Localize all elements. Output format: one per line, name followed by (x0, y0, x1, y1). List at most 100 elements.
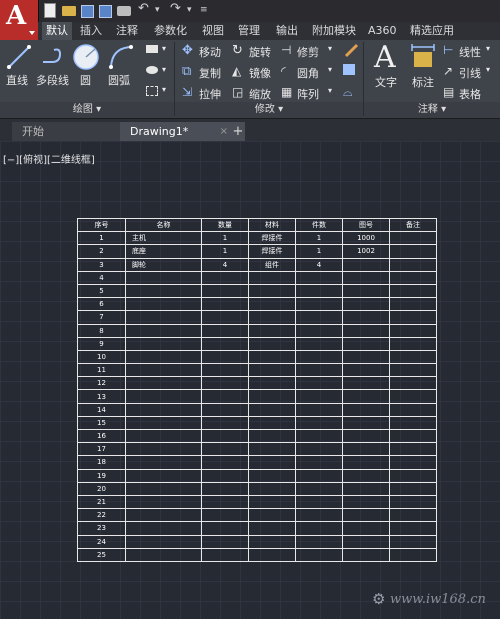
table-cell[interactable] (342, 521, 390, 536)
table-cell[interactable] (201, 402, 249, 417)
bom-table[interactable]: 序号 名称 数量 材料 件数 图号 备注 1 主机 1 焊接件 1 1000 2 底座 1 焊接件 1 1002 3… (77, 217, 437, 562)
scale-tool-label[interactable]: 缩放 (249, 86, 271, 102)
table-cell[interactable] (295, 323, 343, 338)
table-header-cell[interactable]: 图号 (342, 217, 390, 233)
table-cell[interactable] (201, 349, 249, 365)
customize-quick-access-icon[interactable]: ≡ (200, 5, 208, 19)
table-cell[interactable] (342, 442, 390, 457)
table-cell[interactable] (125, 521, 202, 536)
table-cell[interactable]: 1 (295, 231, 343, 246)
table-cell[interactable] (248, 297, 296, 312)
table-cell[interactable] (342, 376, 390, 391)
table-cell[interactable] (248, 336, 296, 351)
table-cell[interactable] (389, 363, 437, 378)
table-cell[interactable] (248, 363, 296, 378)
table-header-cell[interactable]: 件数 (295, 217, 343, 233)
polyline-icon[interactable] (40, 44, 66, 70)
table-row[interactable]: 5 (77, 283, 437, 299)
table-cell[interactable] (389, 534, 437, 549)
table-cell[interactable]: 1 (201, 244, 249, 259)
redo-icon[interactable]: ↷ (170, 1, 181, 16)
table-cell[interactable] (295, 336, 343, 351)
table-cell[interactable]: 1 (77, 231, 126, 246)
annotation-panel-title[interactable]: 注释 ▾ (364, 102, 500, 118)
table-cell[interactable]: 3 (77, 257, 126, 272)
table-cell[interactable] (389, 481, 437, 496)
table-cell[interactable] (342, 428, 390, 444)
table-cell[interactable] (342, 297, 390, 312)
table-cell[interactable] (389, 442, 437, 457)
application-menu-button[interactable]: A (0, 0, 39, 40)
table-cell[interactable] (125, 455, 202, 470)
table-cell[interactable]: 23 (77, 521, 126, 536)
table-cell[interactable] (248, 508, 296, 523)
tab-drawing1[interactable]: Drawing1* × (120, 122, 236, 141)
table-row[interactable]: 20 (77, 481, 437, 496)
dimension-tool-label[interactable]: 标注 (412, 74, 434, 90)
table-cell[interactable] (295, 455, 343, 470)
table-cell[interactable] (389, 244, 437, 259)
table-cell[interactable] (342, 415, 390, 431)
table-header-cell[interactable]: 名称 (125, 217, 202, 233)
table-cell[interactable]: 5 (77, 283, 126, 299)
table-cell[interactable] (201, 297, 249, 312)
table-cell[interactable] (389, 349, 437, 365)
tab-start[interactable]: 开始 (12, 122, 126, 141)
copy-icon[interactable]: ⧉ (182, 64, 191, 79)
rectangle-icon[interactable] (146, 45, 158, 53)
table-cell[interactable] (295, 534, 343, 549)
table-cell[interactable] (342, 363, 390, 378)
table-cell[interactable] (295, 508, 343, 523)
table-cell[interactable] (201, 270, 249, 285)
table-cell[interactable] (125, 468, 202, 483)
table-cell[interactable]: 16 (77, 428, 126, 444)
linear-tool-label[interactable]: 线性 (459, 44, 481, 60)
table-cell[interactable] (125, 415, 202, 431)
table-cell[interactable] (125, 389, 202, 404)
offset-icon[interactable]: ⌓ (343, 85, 353, 100)
table-cell[interactable]: 焊接件 (248, 244, 296, 259)
table-cell[interactable] (125, 481, 202, 496)
table-row[interactable]: 11 (77, 363, 437, 378)
table-cell[interactable] (201, 534, 249, 549)
chevron-down-icon[interactable]: ▾ (486, 44, 490, 53)
table-icon[interactable]: ▤ (443, 85, 454, 99)
table-row[interactable]: 23 (77, 521, 437, 536)
print-icon[interactable] (117, 6, 131, 16)
table-cell[interactable] (389, 547, 437, 562)
table-cell[interactable]: 1 (295, 244, 343, 259)
chevron-down-icon[interactable]: ▾ (162, 85, 166, 94)
stretch-tool-label[interactable]: 拉伸 (199, 86, 221, 102)
table-row[interactable]: 4 (77, 270, 437, 285)
table-row[interactable]: 22 (77, 508, 437, 523)
table-cell[interactable] (295, 481, 343, 496)
table-cell[interactable] (248, 455, 296, 470)
undo-icon[interactable]: ↶ (138, 1, 149, 16)
draw-panel-title[interactable]: 绘图 ▾ (0, 102, 174, 118)
mirror-icon[interactable]: ◭ (232, 64, 241, 78)
table-cell[interactable] (125, 323, 202, 338)
chevron-down-icon[interactable]: ▾ (162, 65, 166, 74)
table-cell[interactable]: 1000 (342, 231, 390, 246)
table-row[interactable]: 1 主机 1 焊接件 1 1000 (77, 231, 437, 246)
table-cell[interactable]: 8 (77, 323, 126, 338)
table-cell[interactable] (248, 481, 296, 496)
table-tool-label[interactable]: 表格 (459, 86, 481, 102)
table-cell[interactable]: 4 (295, 257, 343, 272)
line-icon[interactable] (6, 44, 32, 70)
table-cell[interactable] (342, 455, 390, 470)
table-cell[interactable] (295, 521, 343, 536)
hatch-icon[interactable] (146, 86, 158, 96)
table-cell[interactable] (248, 389, 296, 404)
table-cell[interactable] (295, 494, 343, 510)
table-cell[interactable]: 19 (77, 468, 126, 483)
table-cell[interactable] (125, 349, 202, 365)
table-row[interactable]: 18 (77, 455, 437, 470)
table-cell[interactable] (389, 415, 437, 431)
table-cell[interactable] (389, 376, 437, 391)
table-cell[interactable]: 25 (77, 547, 126, 562)
table-cell[interactable] (125, 283, 202, 299)
table-cell[interactable] (295, 415, 343, 431)
circle-tool-label[interactable]: 圆 (80, 72, 91, 88)
scale-icon[interactable]: ◲ (232, 85, 243, 99)
